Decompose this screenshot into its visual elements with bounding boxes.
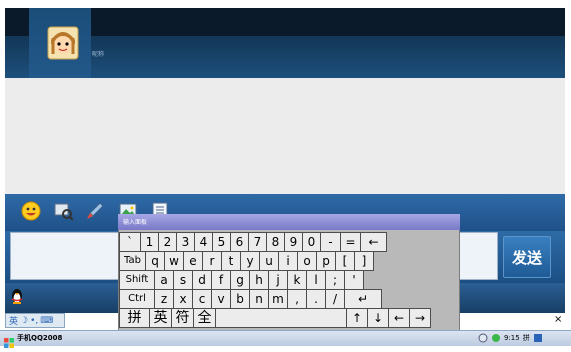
key-6[interactable]: 6 xyxy=(230,232,249,252)
moon-icon[interactable]: ☽ xyxy=(20,316,28,326)
key-j[interactable]: j xyxy=(268,270,288,290)
key-o[interactable]: o xyxy=(297,251,317,271)
key-x[interactable]: x xyxy=(173,289,193,309)
system-tray: 9:15 拼 xyxy=(478,331,571,345)
keyboard-icon[interactable]: ⌨ xyxy=(40,316,53,326)
key-bracket-right[interactable]: ] xyxy=(354,251,374,271)
key-v[interactable]: v xyxy=(211,289,231,309)
key-cjk-1[interactable]: 英 xyxy=(149,308,172,328)
key-arrow-left[interactable]: ← xyxy=(388,308,410,328)
soft-keyboard-title-bar[interactable] xyxy=(118,214,460,230)
key-m[interactable]: m xyxy=(268,289,288,309)
key-1[interactable]: 1 xyxy=(140,232,159,252)
key-p[interactable]: p xyxy=(316,251,336,271)
volume-icon[interactable] xyxy=(491,333,501,343)
key-u[interactable]: u xyxy=(259,251,279,271)
tray-input-mode[interactable]: 拼 xyxy=(523,333,530,343)
screenshot-icon[interactable] xyxy=(52,200,74,222)
contact-name: 昵称 xyxy=(92,51,105,58)
key-h[interactable]: h xyxy=(249,270,269,290)
message-history[interactable] xyxy=(5,78,565,194)
key-bracket-left[interactable]: [ xyxy=(335,251,355,271)
key-arrow-up[interactable]: ↑ xyxy=(346,308,368,328)
key-cjk-0[interactable]: 拼 xyxy=(119,308,150,328)
avatar[interactable] xyxy=(47,26,79,60)
qq-penguin-icon[interactable] xyxy=(10,287,24,305)
key-r[interactable]: r xyxy=(202,251,222,271)
key-5[interactable]: 5 xyxy=(212,232,231,252)
tray-clock[interactable]: 9:15 xyxy=(504,334,520,342)
key-2[interactable]: 2 xyxy=(158,232,177,252)
start-icon[interactable] xyxy=(4,333,14,348)
key-enter[interactable]: ↵ xyxy=(344,289,382,309)
key-quote[interactable]: ' xyxy=(344,270,364,290)
key-w[interactable]: w xyxy=(164,251,184,271)
key-8[interactable]: 8 xyxy=(266,232,285,252)
taskbar-app-button[interactable]: 手机QQ2008 xyxy=(15,331,110,345)
key-comma[interactable]: , xyxy=(287,289,307,309)
send-button[interactable]: 发送 xyxy=(503,236,551,278)
key-f[interactable]: f xyxy=(211,270,231,290)
key-i[interactable]: i xyxy=(278,251,298,271)
key-0[interactable]: 0 xyxy=(302,232,321,252)
key-q[interactable]: q xyxy=(145,251,165,271)
key-period[interactable]: . xyxy=(306,289,326,309)
soft-keyboard-title: 输入面板 xyxy=(123,219,148,226)
key-t[interactable]: t xyxy=(221,251,241,271)
key-d[interactable]: d xyxy=(192,270,212,290)
key-cjk-2[interactable]: 符 xyxy=(171,308,194,328)
emoticon-icon[interactable] xyxy=(20,200,42,222)
key-minus[interactable]: - xyxy=(320,232,341,252)
key-7[interactable]: 7 xyxy=(248,232,267,252)
key-k[interactable]: k xyxy=(287,270,307,290)
key-4[interactable]: 4 xyxy=(194,232,213,252)
key-n[interactable]: n xyxy=(249,289,269,309)
key-y[interactable]: y xyxy=(240,251,260,271)
key-a[interactable]: a xyxy=(154,270,174,290)
ime-status-bar[interactable]: 英 ☽ •, ⌨ xyxy=(5,313,65,328)
input-method-icon[interactable] xyxy=(533,333,543,343)
brush-icon[interactable] xyxy=(84,200,106,222)
key-backspace[interactable]: ← xyxy=(360,232,387,252)
key-s[interactable]: s xyxy=(173,270,193,290)
key-equals[interactable]: = xyxy=(340,232,361,252)
key-b[interactable]: b xyxy=(230,289,250,309)
key-z[interactable]: z xyxy=(154,289,174,309)
key-g[interactable]: g xyxy=(230,270,250,290)
key-3[interactable]: 3 xyxy=(176,232,195,252)
key-arrow-right[interactable]: → xyxy=(409,308,431,328)
network-icon[interactable] xyxy=(478,333,488,343)
key-tab[interactable]: Tab xyxy=(119,251,146,271)
dot-icon[interactable]: •, xyxy=(30,316,38,326)
key-semicolon[interactable]: ; xyxy=(325,270,345,290)
key-cjk-3[interactable]: 全 xyxy=(193,308,216,328)
key-space[interactable] xyxy=(215,308,347,328)
key-9[interactable]: 9 xyxy=(284,232,303,252)
key-shift[interactable]: Shift xyxy=(119,270,155,290)
key-backtick[interactable]: ` xyxy=(119,232,141,252)
key-e[interactable]: e xyxy=(183,251,203,271)
key-l[interactable]: l xyxy=(306,270,326,290)
key-arrow-down[interactable]: ↓ xyxy=(367,308,389,328)
ime-mode-label[interactable]: 英 xyxy=(9,314,18,327)
close-icon[interactable]: × xyxy=(554,314,562,325)
key-ctrl[interactable]: Ctrl xyxy=(119,289,155,309)
key-slash[interactable]: / xyxy=(325,289,345,309)
key-c[interactable]: c xyxy=(192,289,212,309)
